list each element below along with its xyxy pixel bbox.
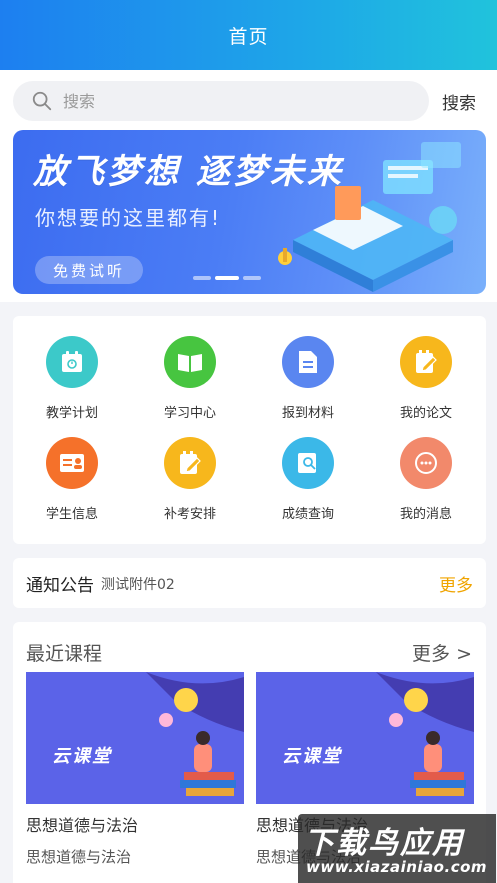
top-area: 搜索 放飞梦想 逐梦未来 你想要的这里都有! 免费试听 — [0, 70, 497, 302]
isometric-study-illustration — [278, 142, 461, 292]
notice-text[interactable]: 测试附件02 — [101, 574, 175, 594]
function-menu: 教学计划 学习中心 报到材料 我的论文 学生信息 补考安排 成绩查询 我的消息 — [13, 316, 486, 544]
watermark-text: 下载鸟应用 — [304, 826, 464, 861]
menu-label: 教学计划 — [45, 406, 98, 421]
notice-more-link[interactable]: 更多 — [439, 571, 473, 596]
menu-item-teaching-plan[interactable]: 教学计划 — [13, 336, 131, 421]
search-button[interactable]: 搜索 — [442, 89, 476, 114]
book-icon — [164, 336, 216, 388]
section-title: 最近课程 — [26, 643, 103, 665]
calendar-icon — [46, 336, 98, 388]
edit-note-icon — [164, 437, 216, 489]
carousel-dot[interactable] — [193, 276, 211, 280]
search-bar[interactable] — [13, 81, 429, 121]
menu-item-score-query[interactable]: 成绩查询 — [249, 437, 367, 522]
menu-label: 我的消息 — [399, 507, 452, 522]
menu-label: 成绩查询 — [281, 507, 334, 522]
notice-title: 通知公告 — [26, 576, 94, 596]
search-input[interactable] — [63, 91, 403, 111]
free-trial-button[interactable]: 免费试听 — [35, 256, 143, 284]
menu-item-student-info[interactable]: 学生信息 — [13, 437, 131, 522]
carousel-dot-active[interactable] — [215, 276, 239, 280]
menu-label: 学生信息 — [45, 507, 98, 522]
course-thumbnail: 云课堂 — [256, 672, 474, 804]
thumbnail-caption: 云课堂 — [52, 746, 112, 767]
menu-item-my-thesis[interactable]: 我的论文 — [367, 336, 485, 421]
course-thumbnail: 云课堂 — [26, 672, 244, 804]
banner-carousel[interactable]: 放飞梦想 逐梦未来 你想要的这里都有! 免费试听 — [13, 130, 486, 294]
chat-bubble-icon — [400, 437, 452, 489]
menu-label: 补考安排 — [163, 507, 216, 522]
course-card[interactable]: 云课堂 思想道德与法治 思想道德与法治 — [26, 672, 244, 867]
thumbnail-caption: 云课堂 — [282, 746, 342, 767]
carousel-indicator — [193, 276, 261, 280]
carousel-dot[interactable] — [243, 276, 261, 280]
document-icon — [282, 336, 334, 388]
courses-more-link[interactable]: 更多 > — [412, 639, 472, 666]
course-name: 思想道德与法治 — [26, 816, 139, 835]
page-title: 首页 — [228, 25, 269, 48]
menu-item-registration-materials[interactable]: 报到材料 — [249, 336, 367, 421]
course-subtitle: 思想道德与法治 — [26, 848, 132, 866]
edit-note-icon — [400, 336, 452, 388]
menu-label: 我的论文 — [399, 406, 452, 421]
menu-item-study-center[interactable]: 学习中心 — [131, 336, 249, 421]
menu-label: 报到材料 — [281, 406, 334, 421]
menu-label: 学习中心 — [163, 406, 216, 421]
site-watermark: 下载鸟应用 www.xiazainiao.com — [298, 814, 496, 883]
notice-bar[interactable]: 通知公告 测试附件02 更多 — [13, 558, 486, 608]
header-bar: 首页 — [0, 0, 497, 70]
watermark-url: www.xiazainiao.com — [306, 858, 488, 876]
menu-item-makeup-exam[interactable]: 补考安排 — [131, 437, 249, 522]
search-document-icon — [282, 437, 334, 489]
menu-item-my-messages[interactable]: 我的消息 — [367, 437, 485, 522]
search-icon — [32, 91, 52, 111]
banner-subtitle: 你想要的这里都有! — [35, 206, 222, 230]
id-card-icon — [46, 437, 98, 489]
